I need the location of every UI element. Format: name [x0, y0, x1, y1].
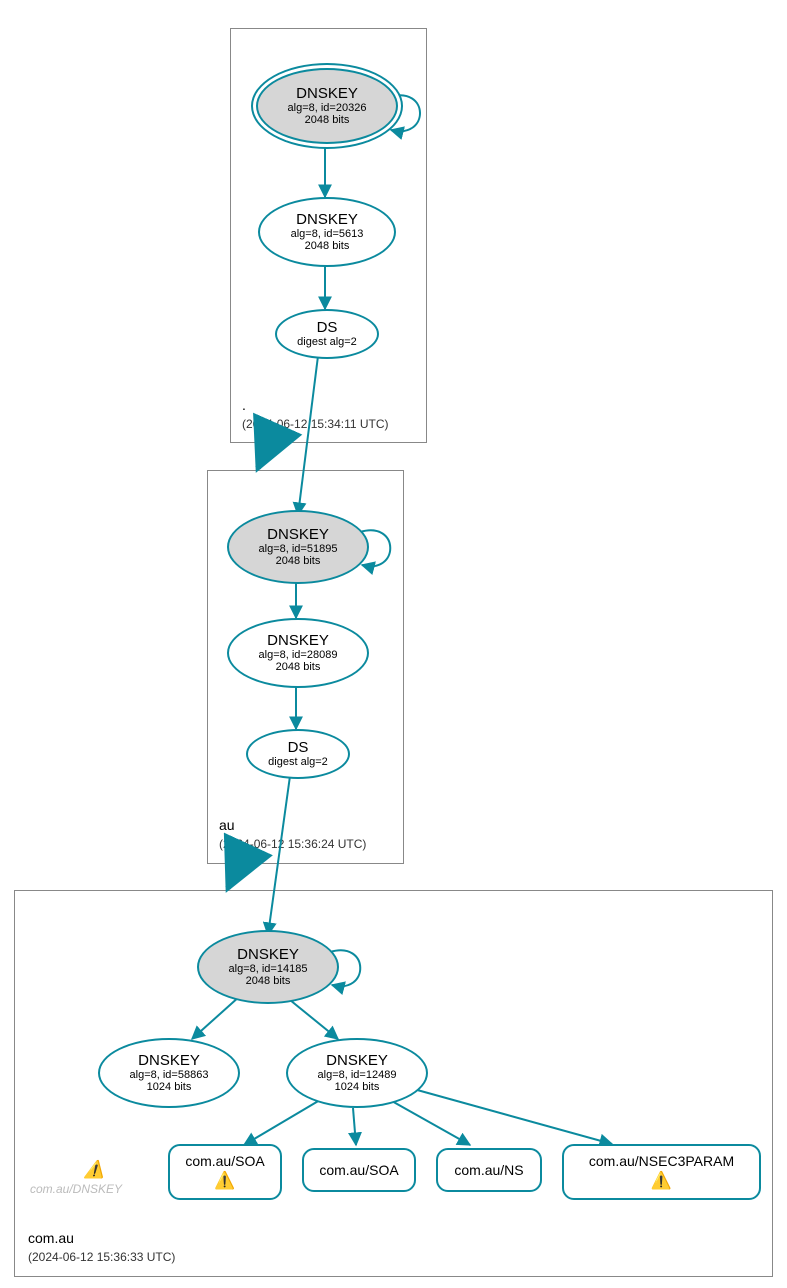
faded-dnskey-label: ⚠️ com.au/DNSKEY: [30, 1160, 122, 1196]
au-zsk-bits: 2048 bits: [276, 661, 321, 673]
comau-zsk2-alg: alg=8, id=12489: [318, 1069, 397, 1081]
zone-root-name: .: [242, 397, 246, 413]
au-zsk-alg: alg=8, id=28089: [259, 649, 338, 661]
au-ksk-node[interactable]: DNSKEY alg=8, id=51895 2048 bits: [227, 510, 369, 584]
warning-icon: ⚠️: [651, 1170, 672, 1192]
au-zsk-title: DNSKEY: [267, 633, 329, 650]
au-ds-title: DS: [288, 740, 309, 757]
root-ds-node[interactable]: DS digest alg=2: [275, 309, 379, 359]
root-zsk-bits: 2048 bits: [305, 240, 350, 252]
au-ds-node[interactable]: DS digest alg=2: [246, 729, 350, 779]
rrset-soa2-label: com.au/SOA: [319, 1161, 398, 1179]
root-ksk-title: DNSKEY: [296, 86, 358, 103]
zone-comau-name: com.au: [28, 1230, 74, 1246]
comau-ksk-title: DNSKEY: [237, 947, 299, 964]
root-ds-alg: digest alg=2: [297, 336, 357, 348]
root-zsk-node[interactable]: DNSKEY alg=8, id=5613 2048 bits: [258, 197, 396, 267]
au-ksk-alg: alg=8, id=51895: [259, 543, 338, 555]
zone-au-name: au: [219, 817, 235, 833]
rrset-soa1-label: com.au/SOA: [185, 1152, 264, 1170]
zone-comau-label: com.au (2024-06-12 15:36:33 UTC): [28, 1229, 175, 1266]
warning-icon: ⚠️: [214, 1170, 235, 1192]
comau-ksk-bits: 2048 bits: [246, 975, 291, 987]
root-ds-title: DS: [317, 320, 338, 337]
au-ds-alg: digest alg=2: [268, 756, 328, 768]
comau-zsk2-node[interactable]: DNSKEY alg=8, id=12489 1024 bits: [286, 1038, 428, 1108]
rrset-ns[interactable]: com.au/NS: [436, 1148, 542, 1192]
root-ksk-node[interactable]: DNSKEY alg=8, id=20326 2048 bits: [256, 68, 398, 144]
zone-root-label: . (2024-06-12 15:34:11 UTC): [242, 396, 389, 433]
comau-zsk1-title: DNSKEY: [138, 1053, 200, 1070]
root-ksk-alg: alg=8, id=20326: [288, 102, 367, 114]
zone-root-ts: (2024-06-12 15:34:11 UTC): [242, 417, 389, 431]
warning-icon: ⚠️: [66, 1160, 122, 1180]
rrset-ns-label: com.au/NS: [454, 1161, 523, 1179]
comau-zsk1-node[interactable]: DNSKEY alg=8, id=58863 1024 bits: [98, 1038, 240, 1108]
comau-zsk1-alg: alg=8, id=58863: [130, 1069, 209, 1081]
zone-au-label: au (2024-06-12 15:36:24 UTC): [219, 816, 366, 853]
root-ksk-bits: 2048 bits: [305, 114, 350, 126]
comau-zsk2-title: DNSKEY: [326, 1053, 388, 1070]
rrset-nsec3-label: com.au/NSEC3PARAM: [589, 1152, 734, 1170]
comau-zsk2-bits: 1024 bits: [335, 1081, 380, 1093]
root-zsk-title: DNSKEY: [296, 212, 358, 229]
au-ksk-title: DNSKEY: [267, 527, 329, 544]
zone-au-ts: (2024-06-12 15:36:24 UTC): [219, 837, 366, 851]
root-zsk-alg: alg=8, id=5613: [291, 228, 364, 240]
faded-dnskey-text: com.au/DNSKEY: [30, 1182, 122, 1196]
comau-ksk-alg: alg=8, id=14185: [229, 963, 308, 975]
au-zsk-node[interactable]: DNSKEY alg=8, id=28089 2048 bits: [227, 618, 369, 688]
zone-comau-ts: (2024-06-12 15:36:33 UTC): [28, 1250, 175, 1264]
comau-zsk1-bits: 1024 bits: [147, 1081, 192, 1093]
rrset-soa2[interactable]: com.au/SOA: [302, 1148, 416, 1192]
au-ksk-bits: 2048 bits: [276, 555, 321, 567]
comau-ksk-node[interactable]: DNSKEY alg=8, id=14185 2048 bits: [197, 930, 339, 1004]
rrset-nsec3param[interactable]: com.au/NSEC3PARAM ⚠️: [562, 1144, 761, 1200]
rrset-soa1[interactable]: com.au/SOA ⚠️: [168, 1144, 282, 1200]
